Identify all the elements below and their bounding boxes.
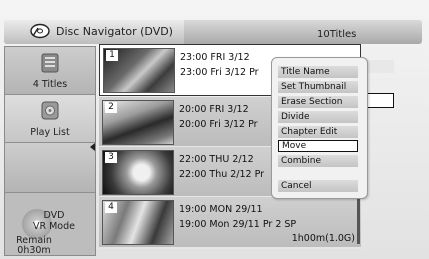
nav-item-empty [5,143,95,193]
title-name: 20:00 Fri 3/12 Pr [179,119,258,130]
title-thumbnail: 1 [103,48,175,93]
nav-item-playlist[interactable]: Play List [5,95,95,143]
title-number: 1 [106,50,118,61]
disc-navigator-screen: Disc Navigator (DVD) 10Titles 4 Titles P… [0,0,429,259]
title-number: 3 [105,152,117,163]
menu-item-set-thumbnail[interactable]: Set Thumbnail [278,81,358,93]
title-name: 23:00 Fri 3/12 Pr [180,67,259,78]
disc-type: DVD VR Mode [32,210,75,232]
nav-item-titles[interactable]: 4 Titles [5,47,95,95]
menu-item-erase-section[interactable]: Erase Section [278,96,358,108]
title-thumbnail: 3 [102,150,174,195]
title-thumbnail: 2 [102,100,174,145]
menu-item-divide[interactable]: Divide [278,111,358,123]
menu-item-combine[interactable]: Combine [278,155,358,167]
nav-titles-label: 4 Titles [32,79,68,90]
title-number: 2 [105,102,117,113]
disc-navigator-icon [30,23,50,39]
title-recording-time: 19:00 MON 29/11 [179,204,263,215]
menu-item-move[interactable]: Move [278,140,358,152]
title-recording-time: 20:00 FRI 3/12 [179,104,249,115]
title-number: 4 [105,202,117,213]
menu-item-cancel[interactable]: Cancel [278,180,358,192]
disc-info: DVD VR Mode Remain 0h30m [4,205,96,256]
title-recording-time: 22:00 THU 2/12 [179,154,254,165]
playlist-icon [41,101,59,120]
title-thumbnail: 4 [102,200,174,245]
page-title: Disc Navigator (DVD) [56,25,173,38]
nav-playlist-label: Play List [30,127,70,138]
title-recording-time: 23:00 FRI 3/12 [180,52,250,63]
titles-list-icon [41,53,59,73]
title-row[interactable]: 4 19:00 MON 29/11 19:00 Mon 29/11 Pr 2 S… [99,197,361,249]
title-name: 22:00 Thu 2/12 Pr [179,169,265,180]
scrollbar[interactable] [357,196,360,244]
remain-value: 0h30m [17,245,51,256]
title-name: 19:00 Mon 29/11 Pr 2 SP [179,219,297,230]
selection-arrow-icon [90,143,95,151]
title-edit-menu: Title Name Set Thumbnail Erase Section D… [271,57,368,199]
title-duration: 1h00m(1.0G) [291,233,355,244]
menu-item-chapter-edit[interactable]: Chapter Edit [278,126,358,138]
title-count: 10Titles [317,29,357,40]
menu-item-title-name[interactable]: Title Name [278,66,358,78]
